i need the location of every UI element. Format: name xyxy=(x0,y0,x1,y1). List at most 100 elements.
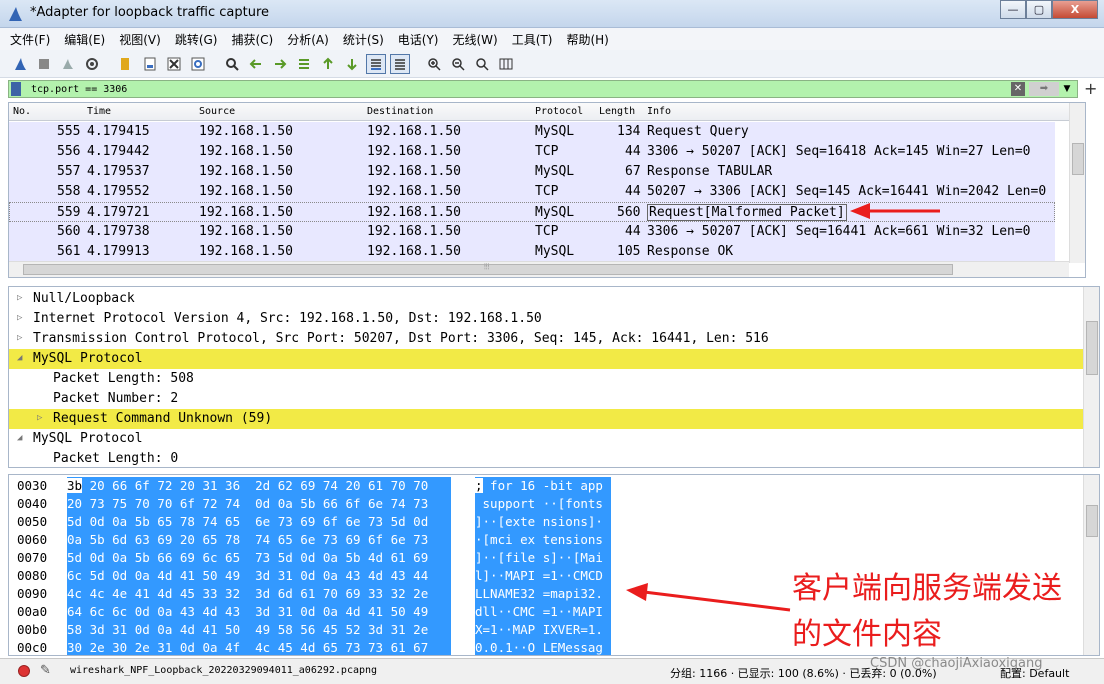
last-icon[interactable] xyxy=(342,54,362,74)
options-icon[interactable] xyxy=(82,54,102,74)
collapse-arrow-icon[interactable]: ◢ xyxy=(17,433,22,443)
scrollbar-thumb[interactable] xyxy=(1086,505,1098,537)
column-header-length[interactable]: Length xyxy=(599,106,635,117)
forward-icon[interactable] xyxy=(270,54,290,74)
column-header-destination[interactable]: Destination xyxy=(367,106,433,117)
menu-analyze[interactable]: 分析(A) xyxy=(287,31,329,48)
zoom-out-icon[interactable] xyxy=(448,54,468,74)
open-icon[interactable] xyxy=(116,54,136,74)
autoscroll-icon[interactable] xyxy=(366,53,386,74)
hex-row[interactable]: 0050 5d 0d 0a 5b 65 78 74 65 6e 73 69 6f… xyxy=(9,513,1083,531)
menu-help[interactable]: 帮助(H) xyxy=(566,31,608,48)
apply-filter-button[interactable]: ➡ xyxy=(1029,82,1059,96)
packet-list-horizontal-scrollbar[interactable]: ⦙⦙⦙ xyxy=(9,261,1069,277)
bookmark-icon[interactable] xyxy=(11,82,21,96)
first-icon[interactable] xyxy=(318,54,338,74)
maximize-button[interactable]: ▢ xyxy=(1026,0,1052,19)
collapse-arrow-icon[interactable]: ◢ xyxy=(17,353,22,363)
column-header-source[interactable]: Source xyxy=(199,106,235,117)
detail-text: MySQL Protocol xyxy=(33,431,143,446)
detail-row[interactable]: ▷ Transmission Control Protocol, Src Por… xyxy=(9,329,1083,349)
scrollbar-thumb[interactable] xyxy=(1086,321,1098,375)
zoom-reset-icon[interactable] xyxy=(472,54,492,74)
packet-details: ▷ Null/Loopback ▷ Internet Protocol Vers… xyxy=(8,286,1100,468)
packet-row[interactable]: 555 4.179415 192.168.1.50 192.168.1.50 M… xyxy=(9,122,1055,142)
hex-row[interactable]: 0030 3b 20 66 6f 72 20 31 36 2d 62 69 74… xyxy=(9,477,1083,495)
column-header-time[interactable]: Time xyxy=(87,106,111,117)
close-file-icon[interactable] xyxy=(164,54,184,74)
shark-fin-icon[interactable] xyxy=(10,54,30,74)
column-header-no[interactable]: No. xyxy=(13,106,31,117)
menu-view[interactable]: 视图(V) xyxy=(119,31,161,48)
column-header-info[interactable]: Info xyxy=(647,106,671,117)
menu-telephony[interactable]: 电话(Y) xyxy=(398,31,439,48)
packet-row[interactable]: 560 4.179738 192.168.1.50 192.168.1.50 T… xyxy=(9,222,1055,242)
menu-go[interactable]: 跳转(G) xyxy=(175,31,218,48)
packet-protocol: MySQL xyxy=(535,164,575,179)
detail-row[interactable]: ▷ Null/Loopback xyxy=(9,289,1083,309)
resize-columns-icon[interactable] xyxy=(496,54,516,74)
display-filter-input[interactable] xyxy=(31,82,991,96)
add-filter-button[interactable]: + xyxy=(1084,79,1097,98)
detail-row-request-command[interactable]: ▷ Request Command Unknown (59) xyxy=(9,409,1083,429)
hex-row[interactable]: 0060 0a 5b 6d 63 69 20 65 78 74 65 6e 73… xyxy=(9,531,1083,549)
save-icon[interactable] xyxy=(140,54,160,74)
details-vertical-scrollbar[interactable] xyxy=(1083,287,1099,467)
edit-comment-icon[interactable]: ✎ xyxy=(40,663,51,678)
detail-row[interactable]: Packet Length: 508 xyxy=(9,369,1083,389)
ascii-rest: for 16 -bit app xyxy=(482,478,603,493)
expand-arrow-icon[interactable]: ▷ xyxy=(37,413,42,423)
detail-row-mysql-protocol[interactable]: ◢ MySQL Protocol xyxy=(9,349,1083,369)
packet-row[interactable]: 557 4.179537 192.168.1.50 192.168.1.50 M… xyxy=(9,162,1055,182)
packet-time: 4.179721 xyxy=(87,205,150,220)
hex-row[interactable]: 0040 20 73 75 70 70 6f 72 74 0d 0a 5b 66… xyxy=(9,495,1083,513)
chevron-down-icon[interactable]: ▼ xyxy=(1061,82,1073,96)
clear-filter-button[interactable]: ✕ xyxy=(1011,82,1025,96)
minimize-button[interactable]: — xyxy=(1000,0,1026,19)
annotation-line-1: 客户端向服务端发送 xyxy=(792,571,1062,606)
menu-statistics[interactable]: 统计(S) xyxy=(343,31,384,48)
scrollbar-thumb[interactable] xyxy=(1072,143,1084,175)
zoom-in-icon[interactable] xyxy=(424,54,444,74)
menu-edit[interactable]: 编辑(E) xyxy=(64,31,105,48)
reload-icon[interactable] xyxy=(188,54,208,74)
detail-text: Transmission Control Protocol, Src Port:… xyxy=(33,331,769,346)
hex-row[interactable]: 0070 5d 0d 0a 5b 66 69 6c 65 73 5d 0d 0a… xyxy=(9,549,1083,567)
detail-text: Request Command Unknown (59) xyxy=(53,411,273,426)
scrollbar-thumb[interactable]: ⦙⦙⦙ xyxy=(23,262,953,275)
window-controls: — ▢ X xyxy=(1000,0,1098,19)
packet-source: 192.168.1.50 xyxy=(199,184,293,199)
expand-arrow-icon[interactable]: ▷ xyxy=(17,313,22,323)
close-button[interactable]: X xyxy=(1052,0,1098,19)
packet-info: Response TABULAR xyxy=(647,164,773,179)
column-header-protocol[interactable]: Protocol xyxy=(535,106,583,117)
detail-row[interactable]: Packet Number: 2 xyxy=(9,389,1083,409)
detail-row[interactable]: ◢ MySQL Protocol xyxy=(9,429,1083,449)
hex-bytes: 5d 0d 0a 5b 66 69 6c 65 73 5d 0d 0a 5b 4… xyxy=(67,549,451,567)
expand-arrow-icon[interactable]: ▷ xyxy=(17,293,22,303)
packet-row[interactable]: 561 4.179913 192.168.1.50 192.168.1.50 M… xyxy=(9,242,1055,262)
packet-no: 556 xyxy=(57,144,81,159)
hex-bytes: 0a 5b 6d 63 69 20 65 78 74 65 6e 73 69 6… xyxy=(67,531,451,549)
packet-row[interactable]: 558 4.179552 192.168.1.50 192.168.1.50 T… xyxy=(9,182,1055,202)
hex-bytes: 6c 5d 0d 0a 4d 41 50 49 3d 31 0d 0a 43 4… xyxy=(67,567,451,585)
goto-icon[interactable] xyxy=(294,54,314,74)
ascii-first-char: ; xyxy=(475,478,483,493)
packet-row[interactable]: 556 4.179442 192.168.1.50 192.168.1.50 T… xyxy=(9,142,1055,162)
detail-row[interactable]: ▷ Internet Protocol Version 4, Src: 192.… xyxy=(9,309,1083,329)
menu-wireless[interactable]: 无线(W) xyxy=(453,31,498,48)
find-icon[interactable] xyxy=(222,54,242,74)
packet-source: 192.168.1.50 xyxy=(199,124,293,139)
menu-file[interactable]: 文件(F) xyxy=(10,31,50,48)
menu-capture[interactable]: 捕获(C) xyxy=(231,31,273,48)
hex-offset: 00b0 xyxy=(17,622,48,637)
capture-status-icon[interactable] xyxy=(18,665,30,677)
back-icon[interactable] xyxy=(246,54,266,74)
packet-list-vertical-scrollbar[interactable] xyxy=(1069,103,1085,263)
stop-icon[interactable] xyxy=(34,54,54,74)
restart-icon[interactable] xyxy=(58,54,78,74)
expand-arrow-icon[interactable]: ▷ xyxy=(17,333,22,343)
menu-tools[interactable]: 工具(T) xyxy=(512,31,553,48)
colorize-icon[interactable] xyxy=(390,53,410,74)
detail-row[interactable]: Packet Length: 0 xyxy=(9,449,1083,467)
